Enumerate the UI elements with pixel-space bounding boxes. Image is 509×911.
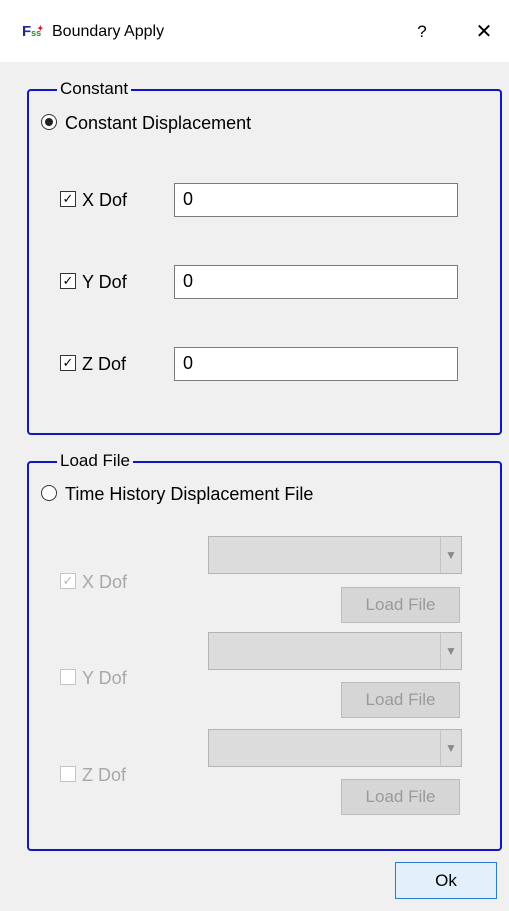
y-dof-input[interactable]: 0	[174, 265, 458, 299]
dropdown-arrow-icon: ▼	[440, 537, 461, 573]
x-dof-file-combo[interactable]: ▼	[208, 536, 462, 574]
constant-displacement-label: Constant Displacement	[65, 113, 252, 133]
checkmark-icon: ✓	[60, 573, 76, 590]
time-history-radio[interactable]: Time History Displacement File	[41, 481, 313, 507]
title-bar: Fss ✦ Boundary Apply ? ✕	[0, 0, 509, 62]
constant-groupbox: Constant	[27, 77, 502, 435]
x-dof-file-label: X Dof	[82, 572, 128, 592]
z-dof-file-checkbox[interactable]: Z Dof	[60, 763, 126, 787]
x-dof-checkbox[interactable]: ✓ X Dof	[60, 188, 127, 212]
dropdown-arrow-icon: ▼	[440, 633, 461, 669]
app-logo-icon: Fss ✦	[22, 23, 44, 40]
constant-displacement-radio[interactable]: Constant Displacement	[41, 110, 251, 136]
checkmark-icon: ✓	[60, 273, 76, 290]
x-load-file-button[interactable]: Load File	[341, 587, 460, 623]
checkbox-empty-icon	[60, 766, 76, 783]
ok-button[interactable]: Ok	[395, 862, 497, 899]
x-dof-file-checkbox[interactable]: ✓ X Dof	[60, 570, 127, 594]
load-file-group-title: Load File	[57, 449, 133, 473]
checkmark-icon: ✓	[60, 355, 76, 372]
close-button[interactable]: ✕	[462, 12, 506, 52]
radio-checked-icon	[41, 114, 57, 131]
z-dof-file-label: Z Dof	[82, 765, 127, 785]
z-dof-file-combo[interactable]: ▼	[208, 729, 462, 767]
y-dof-file-label: Y Dof	[82, 668, 127, 688]
dropdown-arrow-icon: ▼	[440, 730, 461, 766]
z-dof-label: Z Dof	[82, 354, 127, 374]
x-dof-label: X Dof	[82, 190, 128, 210]
y-dof-checkbox[interactable]: ✓ Y Dof	[60, 270, 127, 294]
z-dof-input[interactable]: 0	[174, 347, 458, 381]
help-button[interactable]: ?	[400, 12, 444, 52]
y-dof-file-combo[interactable]: ▼	[208, 632, 462, 670]
time-history-label: Time History Displacement File	[65, 484, 314, 504]
y-dof-label: Y Dof	[82, 272, 127, 292]
constant-group-title: Constant	[57, 77, 132, 101]
y-load-file-button[interactable]: Load File	[341, 682, 460, 718]
radio-unchecked-icon	[41, 485, 57, 502]
checkmark-icon: ✓	[60, 191, 76, 208]
x-dof-input[interactable]: 0	[174, 183, 458, 217]
y-dof-file-checkbox[interactable]: Y Dof	[60, 666, 127, 690]
z-dof-checkbox[interactable]: ✓ Z Dof	[60, 352, 126, 376]
checkbox-empty-icon	[60, 669, 76, 686]
z-load-file-button[interactable]: Load File	[341, 779, 460, 815]
window-title: Boundary Apply	[52, 23, 165, 40]
